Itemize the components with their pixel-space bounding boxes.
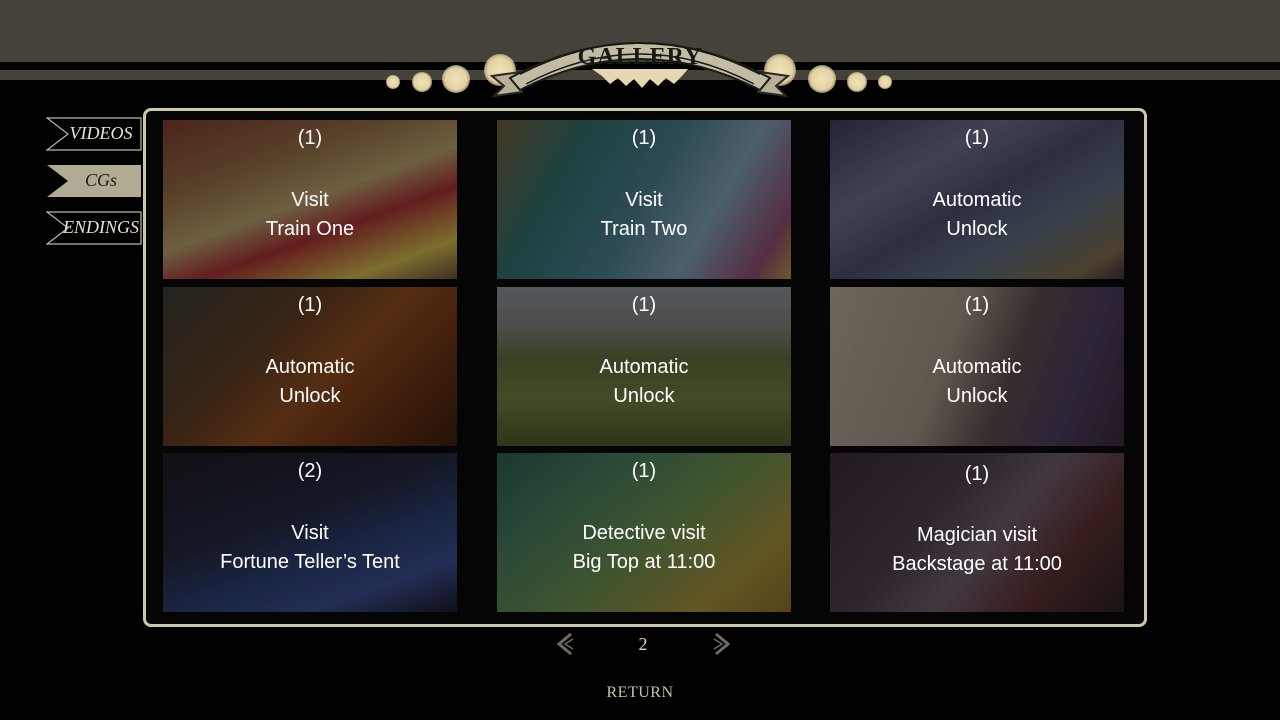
light-bulb-icon [808,65,836,93]
page-title: GALLERY [577,44,703,70]
unlock-condition: Visit Train One [265,189,355,240]
unlock-count: (1) [964,127,990,149]
unlock-count: (1) [964,294,990,316]
unlock-count: (2) [297,460,323,482]
unlock-condition: Visit Fortune Teller’s Tent [220,522,400,573]
unlock-count: (1) [297,294,323,316]
tab-label: ENDINGS [63,217,139,237]
pagination: 2 [0,630,1280,660]
unlock-condition: Magician visit Backstage at 11:00 [892,524,1062,575]
light-bulb-icon [878,75,892,89]
gallery-tile[interactable]: (1) Automatic Unlock [163,287,457,446]
light-bulb-icon [412,72,432,92]
gallery-tile[interactable]: (1) Automatic Unlock [830,287,1124,446]
tab-label: VIDEOS [69,123,133,143]
tab-label: CGs [84,170,117,190]
unlock-count: (1) [964,463,990,485]
unlock-count: (1) [631,294,657,316]
gallery-tile[interactable]: (1) Detective visit Big Top at 11:00 [497,453,791,612]
gallery-tile[interactable]: (1) Visit Train Two [497,120,791,279]
gallery-tile[interactable]: (1) Visit Train One [163,120,457,279]
light-bulb-icon [386,75,400,89]
gallery-tile[interactable]: (1) Automatic Unlock [497,287,791,446]
return-button[interactable]: RETURN [580,684,700,702]
light-bulb-icon [442,65,470,93]
tab-videos[interactable]: VIDEOS [46,117,142,151]
prev-page-button[interactable] [555,632,575,661]
unlock-condition: Detective visit Big Top at 11:00 [572,522,716,573]
gallery-tile[interactable]: (1) Magician visit Backstage at 11:00 [830,453,1124,612]
gallery-tile[interactable]: (1) Automatic Unlock [830,120,1124,279]
unlock-condition: Visit Train Two [600,189,688,240]
chevron-left-icon [556,632,574,656]
unlock-count: (1) [631,460,657,482]
light-bulb-icon [847,72,867,92]
tab-endings[interactable]: ENDINGS [46,211,142,245]
title-banner: GALLERY [470,14,810,104]
tab-cgs[interactable]: CGs [46,164,142,198]
unlock-condition: Automatic Unlock [932,356,1022,407]
unlock-condition: Automatic Unlock [265,356,355,407]
chevron-right-icon [713,632,731,656]
unlock-condition: Automatic Unlock [599,356,689,407]
page-number: 2 [638,634,648,654]
next-page-button[interactable] [712,632,732,661]
gallery-tile[interactable]: (2) Visit Fortune Teller’s Tent [163,453,457,612]
unlock-count: (1) [631,127,657,149]
unlock-condition: Automatic Unlock [932,189,1022,240]
unlock-count: (1) [297,127,323,149]
